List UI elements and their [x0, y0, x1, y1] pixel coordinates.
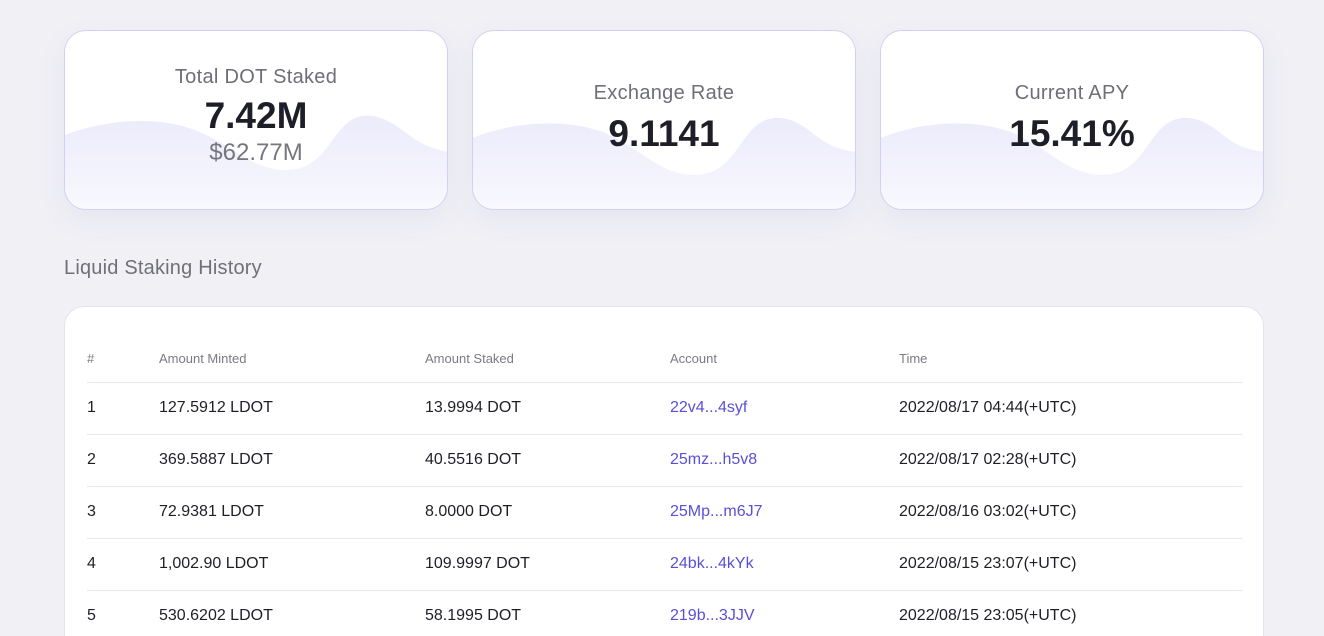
amount-staked: 13.9994 DOT	[425, 382, 670, 435]
card-value: 7.42M	[204, 95, 308, 136]
table-header-row: # Amount Minted Amount Staked Account Ti…	[87, 335, 1242, 383]
card-value: 15.41%	[1009, 113, 1135, 154]
table-row: 3 72.9381 LDOT 8.0000 DOT 25Mp...m6J7 20…	[87, 486, 1242, 539]
account-link[interactable]: 25mz...h5v8	[670, 451, 757, 468]
amount-minted: 369.5887 LDOT	[159, 434, 425, 487]
row-index: 2	[87, 434, 159, 487]
time: 2022/08/17 02:28(+UTC)	[899, 434, 1242, 487]
time: 2022/08/17 04:44(+UTC)	[899, 382, 1242, 435]
account-link[interactable]: 22v4...4syf	[670, 399, 747, 416]
amount-minted: 127.5912 LDOT	[159, 382, 425, 435]
time: 2022/08/16 03:02(+UTC)	[899, 486, 1242, 539]
table-row: 1 127.5912 LDOT 13.9994 DOT 22v4...4syf …	[87, 382, 1242, 435]
section-title: Liquid Staking History	[64, 257, 262, 279]
current-apy-card: Current APY 15.41%	[880, 30, 1264, 210]
exchange-rate-card: Exchange Rate 9.1141	[472, 30, 856, 210]
column-header-amount-staked: Amount Staked	[425, 335, 670, 383]
amount-staked: 8.0000 DOT	[425, 486, 670, 539]
column-header-index: #	[87, 335, 159, 383]
amount-minted: 1,002.90 LDOT	[159, 538, 425, 591]
account-link[interactable]: 219b...3JJV	[670, 607, 755, 624]
card-label: Current APY	[1014, 82, 1130, 104]
table-row: 5 530.6202 LDOT 58.1995 DOT 219b...3JJV …	[87, 590, 1242, 636]
time: 2022/08/15 23:07(+UTC)	[899, 538, 1242, 591]
column-header-amount-minted: Amount Minted	[159, 335, 425, 383]
amount-staked: 109.9997 DOT	[425, 538, 670, 591]
amount-staked: 40.5516 DOT	[425, 434, 670, 487]
time: 2022/08/15 23:05(+UTC)	[899, 590, 1242, 636]
card-value: 9.1141	[608, 113, 720, 154]
table-row: 4 1,002.90 LDOT 109.9997 DOT 24bk...4kYk…	[87, 538, 1242, 591]
card-label: Exchange Rate	[593, 82, 735, 104]
stats-row: Total DOT Staked 7.42M $62.77M Exchange …	[64, 30, 1264, 210]
column-header-account: Account	[670, 335, 899, 383]
card-label: Total DOT Staked	[174, 66, 338, 88]
card-sub-value: $62.77M	[209, 139, 303, 166]
row-index: 4	[87, 538, 159, 591]
history-table-card: # Amount Minted Amount Staked Account Ti…	[64, 306, 1264, 636]
row-index: 5	[87, 590, 159, 636]
account-link[interactable]: 25Mp...m6J7	[670, 503, 762, 520]
amount-minted: 530.6202 LDOT	[159, 590, 425, 636]
amount-minted: 72.9381 LDOT	[159, 486, 425, 539]
row-index: 1	[87, 382, 159, 435]
table-row: 2 369.5887 LDOT 40.5516 DOT 25mz...h5v8 …	[87, 434, 1242, 487]
total-dot-staked-card: Total DOT Staked 7.42M $62.77M	[64, 30, 448, 210]
row-index: 3	[87, 486, 159, 539]
account-link[interactable]: 24bk...4kYk	[670, 555, 754, 572]
amount-staked: 58.1995 DOT	[425, 590, 670, 636]
column-header-time: Time	[899, 335, 1242, 383]
history-table: # Amount Minted Amount Staked Account Ti…	[87, 335, 1242, 636]
